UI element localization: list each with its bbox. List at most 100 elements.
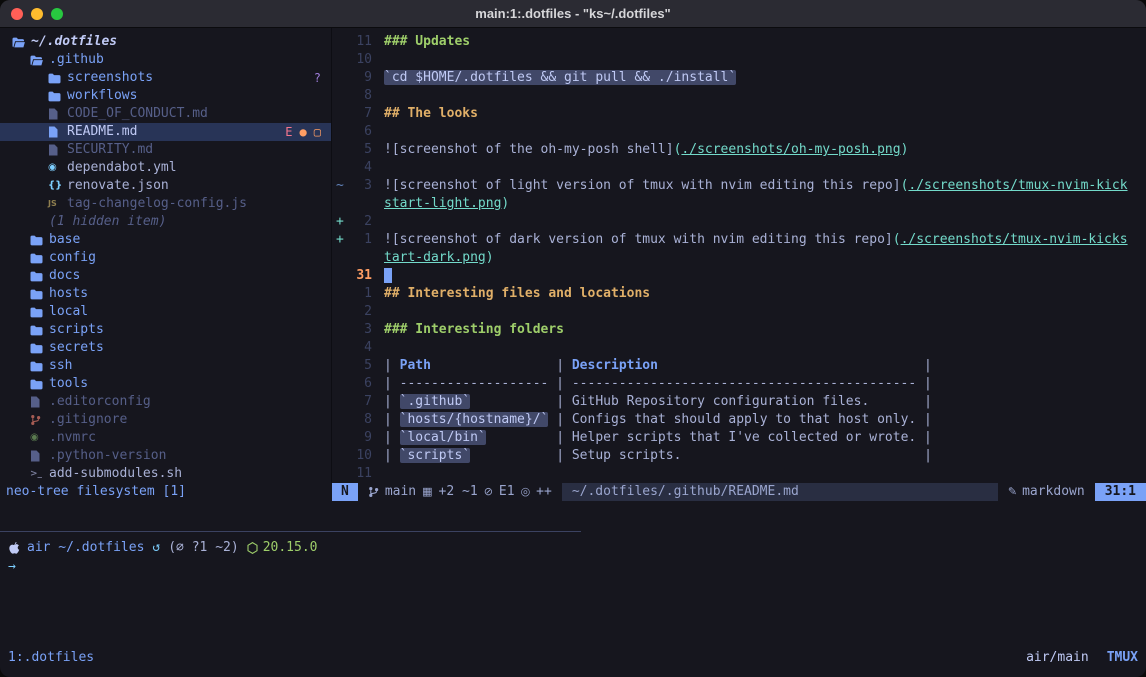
- editor-line[interactable]: +2: [332, 213, 1146, 231]
- shell-area[interactable]: air ~/.dotfiles ↺ (⌀ ?1 ~2) 20.15.0 → 1:…: [0, 501, 1146, 677]
- tree-item-.python-version[interactable]: .python-version: [0, 447, 331, 465]
- editor-line[interactable]: start-light.png): [332, 195, 1146, 213]
- line-text: | `.github` | GitHub Repository configur…: [372, 393, 932, 411]
- statusline-filepath: ~/.dotfiles/.github/README.md: [562, 483, 998, 501]
- line-number: 2: [346, 213, 372, 231]
- tree-item-workflows[interactable]: workflows: [0, 87, 331, 105]
- editor-line[interactable]: 8| `hosts/{hostname}/` | Configs that sh…: [332, 411, 1146, 429]
- tree-item-code-of-conduct.md[interactable]: CODE_OF_CONDUCT.md: [0, 105, 331, 123]
- text-segment: GitHub Repository configuration files.: [572, 394, 869, 409]
- gutter: [332, 195, 372, 213]
- text-segment: |: [384, 412, 400, 427]
- text-segment: | ------------------- | ----------------…: [384, 376, 932, 391]
- editor-line[interactable]: 9`cd $HOME/.dotfiles && git pull && ./in…: [332, 69, 1146, 87]
- editor-line[interactable]: 5![screenshot of the oh-my-posh shell](.…: [332, 141, 1146, 159]
- gutter: +2: [332, 213, 372, 231]
- unstaged-badge: ▢: [314, 123, 321, 141]
- nvim-area: ~/.dotfiles.githubscreenshots?workflowsC…: [0, 28, 1146, 501]
- folder-icon: [30, 361, 48, 372]
- text-segment: ): [901, 142, 909, 157]
- text-segment: |: [916, 430, 932, 445]
- tree-item-config[interactable]: config: [0, 249, 331, 267]
- editor-line[interactable]: 5| Path | Description |: [332, 357, 1146, 375]
- line-number: 3: [346, 177, 372, 195]
- tree-item-renovate.json[interactable]: {}renovate.json: [0, 177, 331, 195]
- zoom-button[interactable]: [51, 8, 63, 20]
- tree-item-label: .nvmrc: [49, 429, 96, 447]
- text-segment: ): [501, 196, 509, 211]
- text-segment: |: [658, 358, 932, 373]
- tree-item-secrets[interactable]: secrets: [0, 339, 331, 357]
- text-segment: |: [916, 412, 932, 427]
- traffic-lights: [11, 8, 63, 20]
- tree-item-dependabot.yml[interactable]: ◉dependabot.yml: [0, 159, 331, 177]
- text-segment: Configs that should apply to that host o…: [572, 412, 916, 427]
- editor-line[interactable]: +1![screenshot of dark version of tmux w…: [332, 231, 1146, 249]
- tree-item-security.md[interactable]: SECURITY.md: [0, 141, 331, 159]
- circle-icon: ◉: [30, 429, 48, 447]
- gutter: 2: [332, 303, 372, 321]
- tree-item-~-.dotfiles[interactable]: ~/.dotfiles: [0, 33, 331, 51]
- tree-item-base[interactable]: base: [0, 231, 331, 249]
- tree-item-screenshots[interactable]: screenshots?: [0, 69, 331, 87]
- editor-line[interactable]: 6| ------------------- | ---------------…: [332, 375, 1146, 393]
- tmux-window-label[interactable]: 1:.dotfiles: [8, 649, 94, 667]
- sign-column: [332, 33, 346, 51]
- tree-item-ssh[interactable]: ssh: [0, 357, 331, 375]
- js-icon: JS: [48, 195, 66, 213]
- editor-line[interactable]: 9| `local/bin` | Helper scripts that I'v…: [332, 429, 1146, 447]
- sign-column: [332, 411, 346, 429]
- gutter: 8: [332, 411, 372, 429]
- editor-line[interactable]: 10| `scripts` | Setup scripts. |: [332, 447, 1146, 465]
- error-badge: E: [285, 123, 292, 141]
- editor-line[interactable]: 4: [332, 159, 1146, 177]
- minimize-button[interactable]: [31, 8, 43, 20]
- titlebar[interactable]: main:1:.dotfiles - "ks~/.dotfiles": [0, 0, 1146, 28]
- file-tree[interactable]: ~/.dotfiles.githubscreenshots?workflowsC…: [0, 28, 332, 483]
- gutter: 4: [332, 339, 372, 357]
- line-text: `cd $HOME/.dotfiles && git pull && ./ins…: [372, 69, 736, 87]
- editor-line[interactable]: 6: [332, 123, 1146, 141]
- tree-item-.github[interactable]: .github: [0, 51, 331, 69]
- diagnostics-count: E1: [499, 483, 515, 501]
- text-segment: |: [681, 448, 931, 463]
- tree-item-local[interactable]: local: [0, 303, 331, 321]
- tree-item-readme.md[interactable]: README.mdE●▢: [0, 123, 331, 141]
- circle-icon: ◉: [48, 159, 66, 177]
- tree-item-.nvmrc[interactable]: ◉.nvmrc: [0, 429, 331, 447]
- tree-item-label: secrets: [49, 339, 104, 357]
- tree-item-tag-changelog-config.js[interactable]: JStag-changelog-config.js: [0, 195, 331, 213]
- tree-item-docs[interactable]: docs: [0, 267, 331, 285]
- editor-line[interactable]: 1## Interesting files and locations: [332, 285, 1146, 303]
- tree-item-label: hosts: [49, 285, 88, 303]
- editor-line[interactable]: 7| `.github` | GitHub Repository configu…: [332, 393, 1146, 411]
- tree-item-.gitignore[interactable]: .gitignore: [0, 411, 331, 429]
- text-segment: Helper scripts that I've collected or wr…: [572, 430, 916, 445]
- tree-item-.editorconfig[interactable]: .editorconfig: [0, 393, 331, 411]
- line-number: 2: [346, 303, 372, 321]
- editor-line[interactable]: ~3![screenshot of light version of tmux …: [332, 177, 1146, 195]
- editor-line[interactable]: 8: [332, 87, 1146, 105]
- editor-buffer[interactable]: 11### Updates 10 9`cd $HOME/.dotfiles &&…: [332, 28, 1146, 483]
- close-button[interactable]: [11, 8, 23, 20]
- tree-item-add-submodules.sh[interactable]: >_add-submodules.sh: [0, 465, 331, 483]
- editor-line[interactable]: 7## The looks: [332, 105, 1146, 123]
- editor-line[interactable]: 31: [332, 267, 1146, 285]
- folder-open-icon: [30, 55, 48, 66]
- line-text: | ------------------- | ----------------…: [372, 375, 932, 393]
- editor-line[interactable]: 10: [332, 51, 1146, 69]
- editor-line[interactable]: 11### Updates: [332, 33, 1146, 51]
- line-number: 10: [346, 447, 372, 465]
- tree-item-tools[interactable]: tools: [0, 375, 331, 393]
- tree-item-scripts[interactable]: scripts: [0, 321, 331, 339]
- tree-item-hosts[interactable]: hosts: [0, 285, 331, 303]
- editor-line[interactable]: 11: [332, 465, 1146, 483]
- editor-line[interactable]: 2: [332, 303, 1146, 321]
- line-text: ![screenshot of light version of tmux wi…: [372, 177, 1128, 195]
- tree-item-1-hidden-item[interactable]: (1 hidden item): [0, 213, 331, 231]
- text-segment: ### Interesting folders: [384, 322, 564, 337]
- window-title: main:1:.dotfiles - "ks~/.dotfiles": [475, 6, 670, 21]
- editor-line[interactable]: tart-dark.png): [332, 249, 1146, 267]
- editor-line[interactable]: 4: [332, 339, 1146, 357]
- editor-line[interactable]: 3### Interesting folders: [332, 321, 1146, 339]
